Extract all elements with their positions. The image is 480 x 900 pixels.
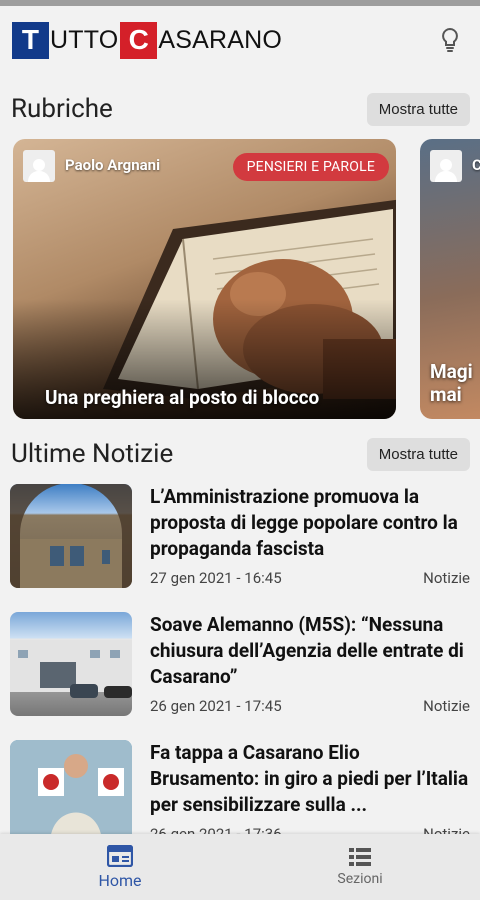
home-card-icon [107,844,133,867]
news-category[interactable]: Notizie [423,697,470,715]
logo-letter-c: C [120,21,158,59]
card-author: C [472,156,480,174]
news-thumbnail [10,740,132,844]
logo-letter-t: T [12,21,49,59]
news-headline[interactable]: Soave Alemanno (M5S): “Nessuna chiusura … [150,612,470,690]
list-icon [349,848,371,866]
news-item[interactable]: Soave Alemanno (M5S): “Nessuna chiusura … [0,612,480,740]
lightbulb-icon[interactable] [436,26,464,54]
news-meta: 27 gen 2021 - 16:45 Notizie [150,569,470,587]
bottom-navigation: Home Sezioni [0,834,480,900]
news-headline[interactable]: L’Amministrazione promuova la proposta d… [150,484,470,562]
logo-word-tutto: UTTO [50,25,119,54]
news-meta: 26 gen 2021 - 17:45 Notizie [150,697,470,715]
news-body: Soave Alemanno (M5S): “Nessuna chiusura … [132,612,470,740]
rubriche-show-all-button[interactable]: Mostra tutte [366,92,470,126]
nav-sezioni-label: Sezioni [337,871,383,887]
news-date: 26 gen 2021 - 17:45 [150,697,282,715]
news-header: Ultime Notizie Mostra tutte [0,436,480,472]
rubrica-card-peek[interactable]: C Magi mai [420,139,480,419]
news-category[interactable]: Notizie [423,569,470,587]
category-badge[interactable]: PENSIERI E PAROLE [232,153,389,181]
card-author: Paolo Argnani [65,156,161,174]
news-thumbnail [10,612,132,716]
rubriche-title: Rubriche [11,94,113,124]
news-item[interactable]: L’Amministrazione promuova la proposta d… [0,484,480,612]
author-avatar-icon [430,150,462,182]
news-headline[interactable]: Fa tappa a Casarano Elio Brusamento: in … [150,740,470,818]
rubrica-card[interactable]: Paolo Argnani PENSIERI E PAROLE Una preg… [13,139,396,419]
app-logo[interactable]: T UTTO C ASARANO [12,21,283,59]
nav-home[interactable]: Home [0,834,240,900]
news-title: Ultime Notizie [11,439,174,469]
nav-home-label: Home [98,870,142,890]
news-list: L’Amministrazione promuova la proposta d… [0,484,480,868]
card-title: Magi mai [430,359,473,407]
news-date: 27 gen 2021 - 16:45 [150,569,282,587]
author-avatar-icon [23,150,55,182]
logo-word-casarano: ASARANO [158,25,283,54]
card-title: Una preghiera al posto di blocco [45,386,320,409]
news-thumbnail [10,484,132,588]
news-body: L’Amministrazione promuova la proposta d… [132,484,470,612]
nav-sezioni[interactable]: Sezioni [240,834,480,900]
app-bar: T UTTO C ASARANO [0,6,480,74]
rubriche-carousel[interactable]: Paolo Argnani PENSIERI E PAROLE Una preg… [0,139,480,421]
news-show-all-button[interactable]: Mostra tutte [366,437,470,471]
rubriche-header: Rubriche Mostra tutte [0,91,480,127]
